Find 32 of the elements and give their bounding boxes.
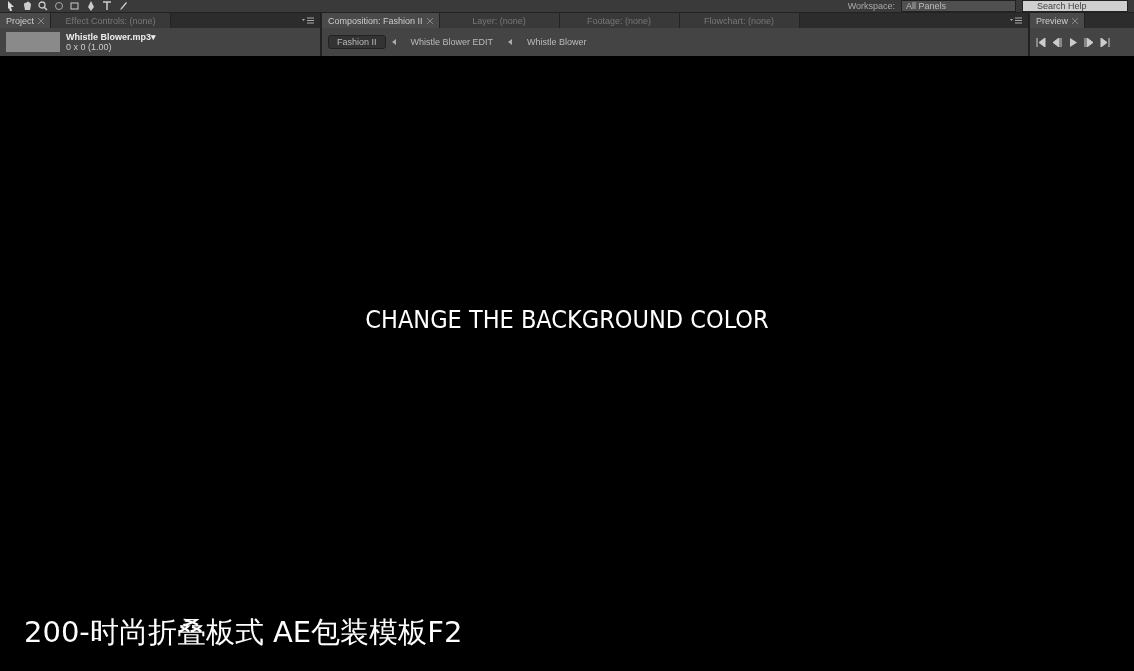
close-icon[interactable] — [426, 17, 433, 24]
breadcrumb[interactable]: Whistle Blower EDIT — [401, 35, 503, 49]
panel-tab[interactable]: Composition: Fashion II — [322, 13, 440, 28]
breadcrumb-arrow-icon — [508, 39, 513, 45]
pen-icon[interactable] — [86, 1, 96, 11]
composition-text: CHANGE THE BACKGROUND COLOR — [365, 305, 769, 334]
play-icon[interactable] — [1068, 37, 1078, 47]
previous-frame-icon[interactable] — [1052, 37, 1062, 47]
selection-arrow-icon[interactable] — [6, 1, 16, 11]
item-thumbnail — [6, 32, 60, 52]
video-caption: 200-时尚折叠板式 AE包装模板F2 — [23, 614, 464, 651]
text-icon[interactable] — [102, 1, 112, 11]
first-frame-icon[interactable] — [1036, 37, 1046, 47]
workspace-dropdown[interactable]: All Panels — [901, 0, 1016, 12]
rectangle-icon[interactable] — [70, 1, 80, 11]
breadcrumb-arrow-icon — [391, 39, 396, 45]
next-frame-icon[interactable] — [1084, 37, 1094, 47]
last-frame-icon[interactable] — [1100, 37, 1110, 47]
close-icon[interactable] — [1072, 17, 1078, 24]
panel-menu-icon[interactable] — [1010, 17, 1022, 24]
item-name: Whistle Blower.mp3▾ — [66, 32, 157, 42]
panel-tab[interactable]: Preview — [1030, 13, 1085, 28]
brush-icon[interactable] — [118, 1, 128, 11]
search-field[interactable]: Search Help — [1022, 0, 1128, 12]
workspace-label: Workspace: — [847, 1, 895, 11]
breadcrumb[interactable]: Fashion II — [328, 35, 386, 49]
panel-tab[interactable]: Project — [0, 13, 51, 28]
close-icon[interactable] — [38, 17, 44, 24]
item-info: 0 x 0 (1.00) — [66, 42, 113, 52]
breadcrumb[interactable]: Whistle Blower — [518, 35, 596, 49]
zoom-icon[interactable] — [38, 1, 48, 11]
panel-menu-icon[interactable] — [302, 17, 314, 24]
